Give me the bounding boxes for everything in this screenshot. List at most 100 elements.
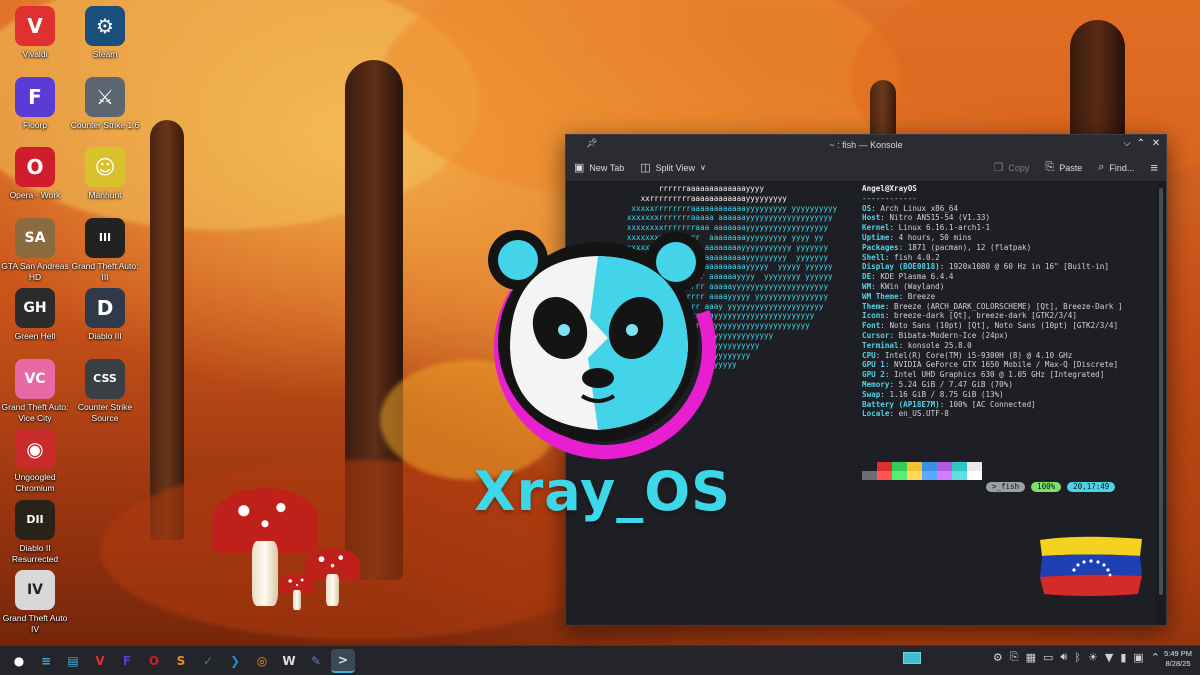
info-row: Terminal: konsole 25.8.0 (862, 340, 972, 350)
notifications-icon[interactable]: ▣ (1133, 651, 1143, 664)
maximize-icon[interactable]: ⌃ (1134, 137, 1148, 151)
taskbar-floorp-button[interactable]: F (115, 649, 139, 673)
desktop-icon-steam[interactable]: ⚙ Steam (70, 6, 140, 60)
color-swatch (937, 471, 952, 480)
desktop-icon-gta-sa[interactable]: SA GTA San Andreas HD (0, 217, 70, 283)
info-key: WM (862, 281, 872, 291)
window-titlebar[interactable]: 📌︎ ~ : fish — Konsole ⌵ ⌃ ✕ (566, 135, 1166, 154)
desktop-icon-gta3[interactable]: III Grand Theft Auto: III (70, 217, 140, 283)
color-swatch (862, 471, 877, 480)
desktop-icon-green-hell[interactable]: GH Green Hell (0, 288, 70, 342)
desktop-icon-diablo3[interactable]: D Diablo III (70, 288, 140, 342)
desktop-icon-label: Grand Theft Auto IV (2, 613, 68, 634)
hamburger-menu-button[interactable]: ≡ (1142, 157, 1166, 179)
info-row: Swap: 1.16 GiB / 8.75 GiB (13%) (862, 389, 1004, 399)
info-value: 1871 (pacman), 12 (flatpak) (907, 242, 1032, 252)
counter-strike-icon: ⚔ (85, 76, 125, 117)
network-icon[interactable]: ▼ (1105, 651, 1113, 664)
battery-icon[interactable]: ▮ (1120, 651, 1126, 664)
info-value: Intel(R) Core(TM) i5-9300H (8) @ 4.10 GH… (884, 350, 1073, 360)
prompt-time-segment: 20,17:49 (1067, 482, 1116, 492)
find-button[interactable]: ⌕ Find... (1090, 157, 1142, 179)
desktop-icon-opera[interactable]: O Opera - Work (0, 147, 70, 201)
search-icon: ⌕ (1098, 161, 1105, 173)
info-key: OS (862, 203, 872, 213)
brightness-icon[interactable]: ☀ (1088, 651, 1098, 664)
info-row: GPU 2: Intel UHD Graphics 630 @ 1.05 GHz… (862, 370, 1105, 380)
terminal-scrollbar[interactable] (1156, 182, 1166, 625)
copy-button[interactable]: ❐ Copy (986, 157, 1038, 179)
virtual-desktop-pager[interactable] (903, 652, 921, 664)
steam-tray-icon[interactable]: ⚙ (993, 651, 1003, 664)
firefox-icon: ◎ (256, 653, 268, 668)
taskbar-system-settings-button[interactable]: ≡ (34, 649, 58, 673)
desktop-icon-gta-vc[interactable]: VC Grand Theft Auto: Vice City (0, 358, 70, 424)
volume-icon[interactable]: 🔊︎ (1060, 650, 1067, 664)
info-key: CPU (862, 350, 876, 360)
taskbar-file-manager-button[interactable]: ▤ (61, 649, 85, 673)
info-row: DE: KDE Plasma 6.4.4 (862, 272, 954, 282)
tray-expand-icon[interactable]: ⌃ (1151, 651, 1160, 664)
clock-time: 5:49 PM (1164, 649, 1192, 658)
taskbar-konsole-button[interactable]: > (331, 648, 355, 673)
taskbar-firefox-button[interactable]: ◎ (250, 649, 274, 673)
taskbar-sublime-button[interactable]: S (169, 649, 193, 673)
split-view-button[interactable]: ◫ Split View ∨ (632, 157, 714, 179)
taskbar-app-launcher-button[interactable]: ● (7, 649, 31, 673)
info-row: WM: KWin (Wayland) (862, 281, 945, 291)
paste-button[interactable]: ⎘ Paste (1037, 157, 1090, 179)
system-tray: ⚙ ⎘ ▦ ▭ 🔊︎ ᛒ ☀ ▼ ▮ ▣ ⌃ (993, 650, 1160, 664)
green-hell-icon: GH (15, 288, 55, 328)
info-row: CPU: Intel(R) Core(TM) i5-9300H (8) @ 4.… (862, 350, 1073, 360)
system-settings-icon: ≡ (40, 653, 52, 668)
desktop-icon-label: GTA San Andreas HD (1, 260, 69, 282)
info-value: KWin (Wayland) (880, 281, 945, 291)
color-swatches (862, 462, 982, 480)
desktop-icon-cs-source[interactable]: CSS Counter Strike Source (70, 358, 140, 424)
desktop-icon-chromium[interactable]: ◉ Ungoogled Chromium (0, 429, 70, 494)
menu-icon: ≡ (1150, 160, 1158, 175)
desktop-icon-manhunt[interactable]: ☺ Manhunt (70, 147, 140, 201)
taskbar-opera-button[interactable]: O (142, 649, 166, 673)
libreoffice-icon: W (282, 653, 296, 668)
desktop-icon-label: Floorp (22, 119, 48, 130)
taskbar-vim-button[interactable]: ✓ (196, 649, 220, 673)
color-swatch (952, 462, 967, 471)
brand-wordmark: Xray_OS (474, 460, 732, 523)
info-row: Uptime: 4 hours, 50 mins (862, 232, 972, 242)
device-icon[interactable]: ▭ (1043, 651, 1053, 664)
bluetooth-icon[interactable]: ᛒ (1074, 651, 1081, 664)
color-swatch (967, 471, 982, 480)
taskbar-krita-button[interactable]: ✎ (304, 649, 328, 673)
gta3-icon: III (85, 217, 125, 258)
taskbar-vivaldi-button[interactable]: V (88, 649, 112, 673)
copy-label: Copy (1008, 162, 1030, 173)
desktop-icon-floorp[interactable]: F Floorp (0, 76, 70, 131)
updates-icon[interactable]: ▦ (1026, 651, 1036, 664)
info-key: DE (862, 272, 872, 282)
fastfetch-info: Angel@XrayOS ------------ OS: Arch Linux x… (862, 184, 1123, 419)
clock[interactable]: 5:49 PM 8/28/25 (1164, 649, 1192, 669)
desktop-icon-counter-strike[interactable]: ⚔ Counter Strike 1.6 (70, 76, 140, 131)
shell-prompt: >_fish 100% 20,17:49 (986, 482, 1116, 492)
desktop-icon-gta4[interactable]: IV Grand Theft Auto IV (0, 570, 70, 635)
chevron-down-icon[interactable]: ⌵ (1120, 137, 1134, 151)
new-tab-icon: ▣ (574, 162, 585, 174)
desktop-icon-vivaldi[interactable]: V Vivaldi (0, 6, 70, 60)
info-key: Locale (862, 409, 890, 419)
desktop-icon-label: Steam (92, 49, 118, 59)
clipboard-icon[interactable]: ⎘ (1010, 650, 1019, 664)
new-tab-button[interactable]: ▣ New Tab (566, 157, 632, 179)
color-swatch (907, 471, 922, 480)
info-value: Noto Sans (10pt) [Qt], Noto Sans (10pt) … (889, 321, 1119, 331)
close-icon[interactable]: ✕ (1149, 137, 1163, 151)
taskbar-libreoffice-button[interactable]: W (277, 649, 301, 673)
desktop-icon-label: Manhunt (88, 190, 122, 200)
vivaldi-icon: V (95, 653, 105, 668)
taskbar-vscode-button[interactable]: ❯ (223, 649, 247, 673)
info-key: Battery (AP18E7M) (862, 399, 940, 409)
info-key: Shell (862, 252, 885, 262)
info-key: GPU 1 (862, 360, 885, 370)
info-row: Battery (AP18E7M): 100% [AC Connected] (862, 399, 1036, 409)
desktop-icon-diablo2[interactable]: DII Diablo II Resurrected (0, 499, 70, 565)
